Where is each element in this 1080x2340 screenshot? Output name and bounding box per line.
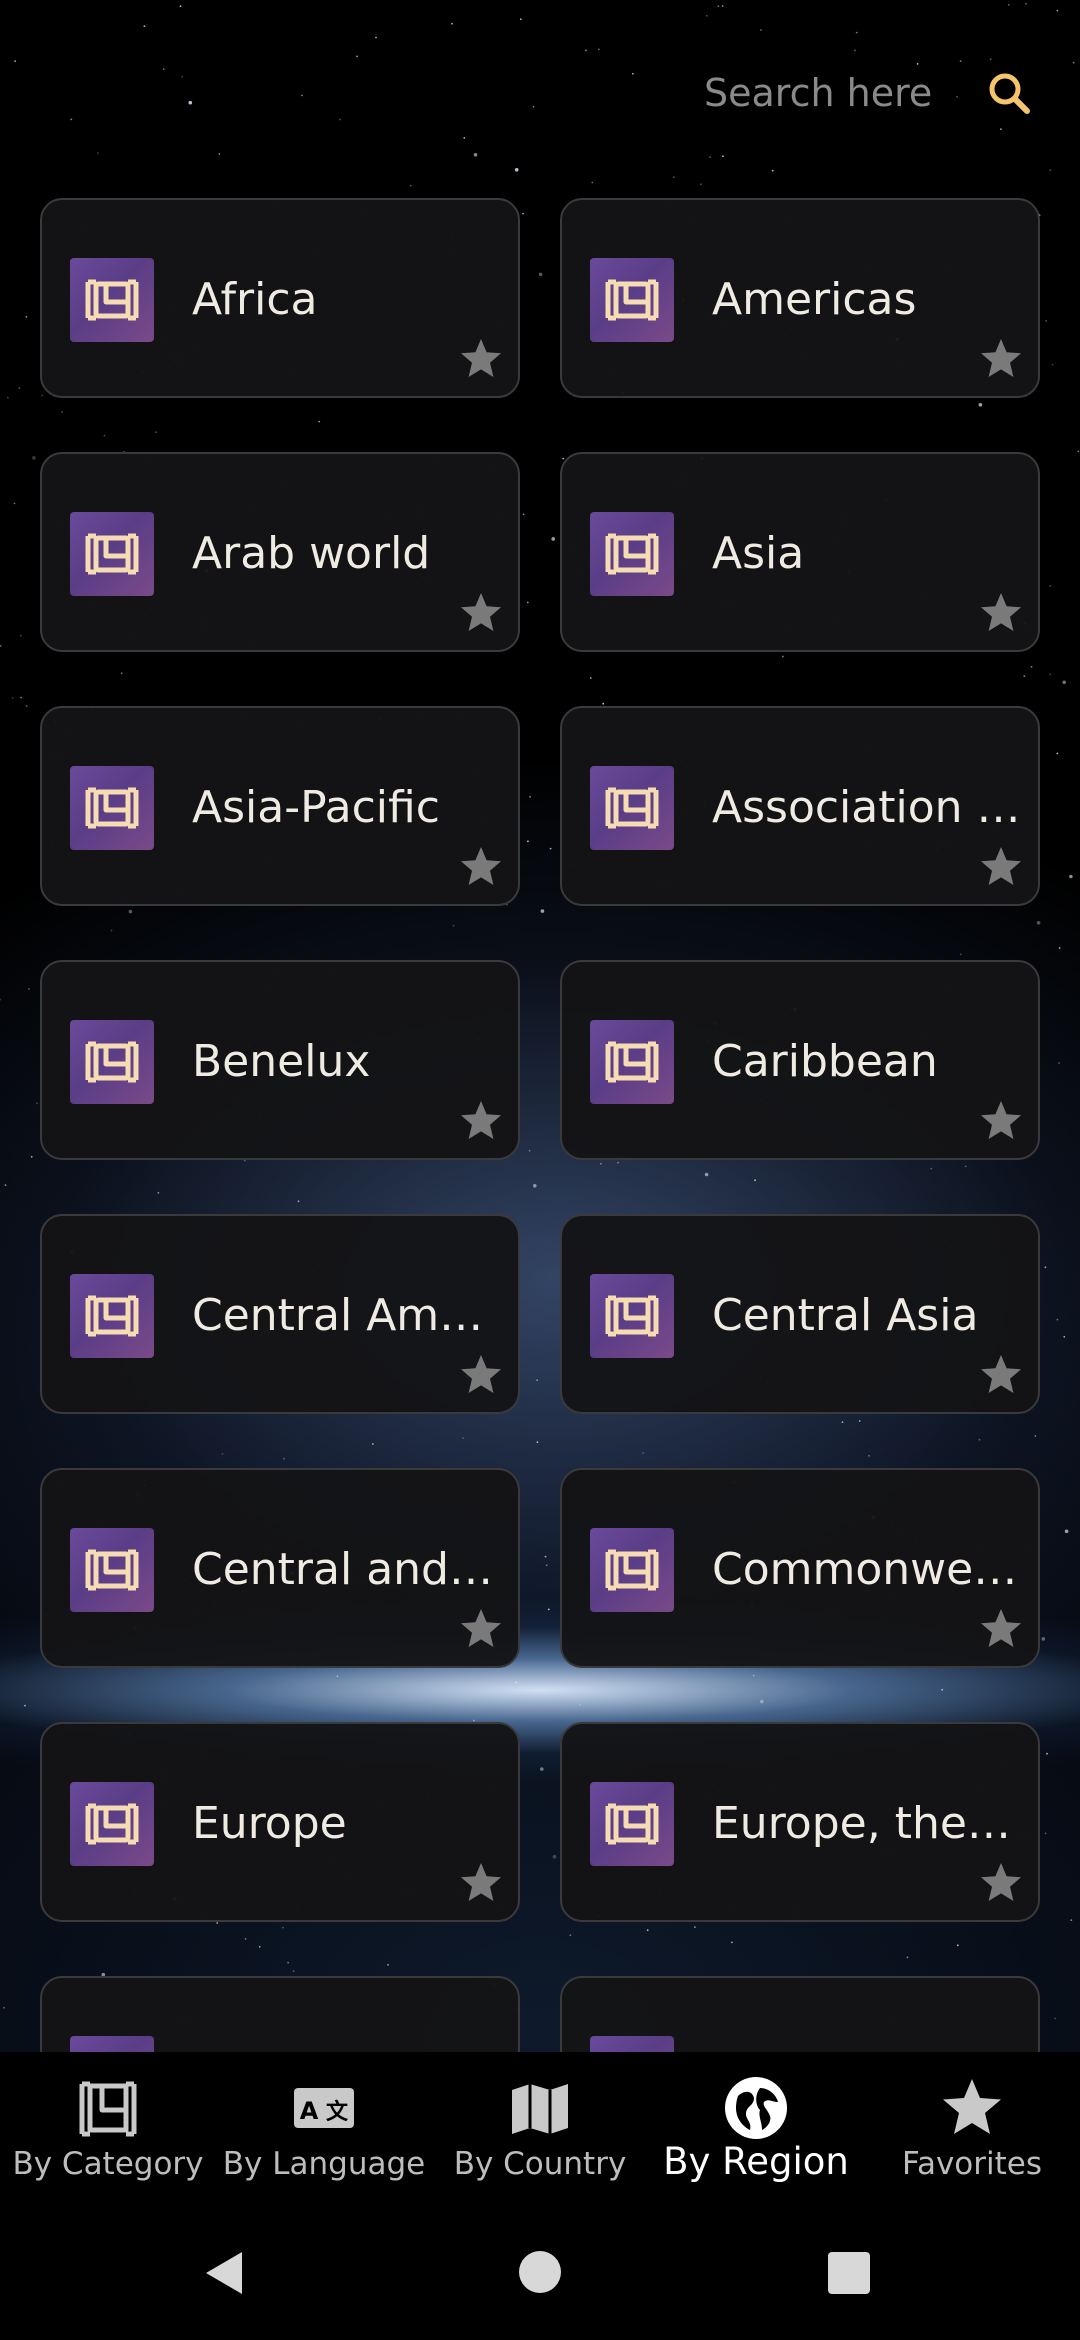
region-card-label: Arab world [192, 528, 431, 579]
region-card[interactable]: Association o... [560, 706, 1040, 906]
region-card[interactable]: Americas [560, 198, 1040, 398]
category-icon [76, 2076, 140, 2140]
region-card-label: Commonwea... [712, 1544, 1022, 1595]
region-grid: Africa Americas Arab world Asia Asia-Pac… [0, 0, 1080, 2052]
favorite-star-icon[interactable] [458, 336, 504, 382]
region-card[interactable] [40, 1976, 520, 2052]
image-frame-icon [70, 2036, 154, 2052]
image-frame-icon [70, 258, 154, 342]
region-card[interactable]: Caribbean [560, 960, 1040, 1160]
favorite-star-icon[interactable] [978, 1606, 1024, 1652]
bottom-navigation: By Category A 文 By Language By Country By… [0, 2052, 1080, 2196]
image-frame-icon [70, 1782, 154, 1866]
region-card[interactable]: Africa [40, 198, 520, 398]
favorite-star-icon[interactable] [458, 844, 504, 890]
image-frame-icon [70, 1274, 154, 1358]
nav-tab-label: By Category [12, 2146, 204, 2182]
favorite-star-icon[interactable] [978, 590, 1024, 636]
translate-icon: A 文 [292, 2076, 356, 2140]
favorite-star-icon[interactable] [458, 1098, 504, 1144]
back-icon[interactable] [202, 2250, 248, 2296]
region-card[interactable]: Central Amer... [40, 1214, 520, 1414]
image-frame-icon [70, 512, 154, 596]
region-card-label: Asia-Pacific [192, 782, 440, 833]
favorite-star-icon[interactable] [458, 590, 504, 636]
region-card[interactable]: Commonwea... [560, 1468, 1040, 1668]
region-card-label: Caribbean [712, 1036, 938, 1087]
nav-tab-label: By Country [453, 2146, 627, 2182]
region-card[interactable]: Central and E... [40, 1468, 520, 1668]
image-frame-icon [590, 1782, 674, 1866]
nav-tab-by-category[interactable]: By Category [0, 2052, 216, 2196]
image-frame-icon [590, 766, 674, 850]
region-card[interactable] [560, 1976, 1040, 2052]
region-card[interactable]: Benelux [40, 960, 520, 1160]
region-card[interactable]: Asia-Pacific [40, 706, 520, 906]
favorite-star-icon[interactable] [978, 1098, 1024, 1144]
favorite-star-icon[interactable] [978, 336, 1024, 382]
image-frame-icon [70, 1020, 154, 1104]
favorite-star-icon[interactable] [978, 1352, 1024, 1398]
favorite-star-icon[interactable] [458, 1860, 504, 1906]
image-frame-icon [590, 1274, 674, 1358]
svg-text:A: A [300, 2097, 319, 2125]
globe-icon [724, 2076, 788, 2140]
nav-tab-by-region[interactable]: By Region [648, 2052, 864, 2196]
region-card[interactable]: Europe, the ... [560, 1722, 1040, 1922]
region-card-label: Asia [712, 528, 805, 579]
nav-tab-label: By Region [663, 2140, 849, 2183]
favorite-star-icon[interactable] [458, 1352, 504, 1398]
map-icon [508, 2076, 572, 2140]
favorite-star-icon[interactable] [978, 1860, 1024, 1906]
favorite-star-icon[interactable] [978, 844, 1024, 890]
favorite-star-icon[interactable] [458, 1606, 504, 1652]
region-card[interactable]: Arab world [40, 452, 520, 652]
region-card-label: Europe, the ... [712, 1798, 1022, 1849]
region-card[interactable]: Europe [40, 1722, 520, 1922]
region-card[interactable]: Asia [560, 452, 1040, 652]
nav-tab-by-language[interactable]: A 文 By Language [216, 2052, 432, 2196]
home-icon[interactable] [518, 2250, 562, 2294]
image-frame-icon [590, 1528, 674, 1612]
system-navigation-bar [0, 2196, 1080, 2340]
star-icon [940, 2076, 1004, 2140]
nav-tab-favorites[interactable]: Favorites [864, 2052, 1080, 2196]
region-card-label: Benelux [192, 1036, 371, 1087]
region-card-label: Africa [192, 274, 318, 325]
region-card[interactable]: Central Asia [560, 1214, 1040, 1414]
region-card-label: Europe [192, 1798, 347, 1849]
recents-icon[interactable] [828, 2252, 870, 2294]
region-card-label: Association o... [712, 782, 1022, 833]
nav-tab-label: By Language [222, 2146, 426, 2182]
region-card-label: Americas [712, 274, 917, 325]
region-card-label: Central and E... [192, 1544, 502, 1595]
image-frame-icon [590, 1020, 674, 1104]
nav-tab-by-country[interactable]: By Country [432, 2052, 648, 2196]
image-frame-icon [590, 258, 674, 342]
image-frame-icon [70, 1528, 154, 1612]
image-frame-icon [590, 2036, 674, 2052]
region-card-label: Central Amer... [192, 1290, 502, 1341]
svg-text:文: 文 [326, 2099, 349, 2125]
image-frame-icon [590, 512, 674, 596]
image-frame-icon [70, 766, 154, 850]
region-card-label: Central Asia [712, 1290, 979, 1341]
nav-tab-label: Favorites [901, 2146, 1043, 2182]
